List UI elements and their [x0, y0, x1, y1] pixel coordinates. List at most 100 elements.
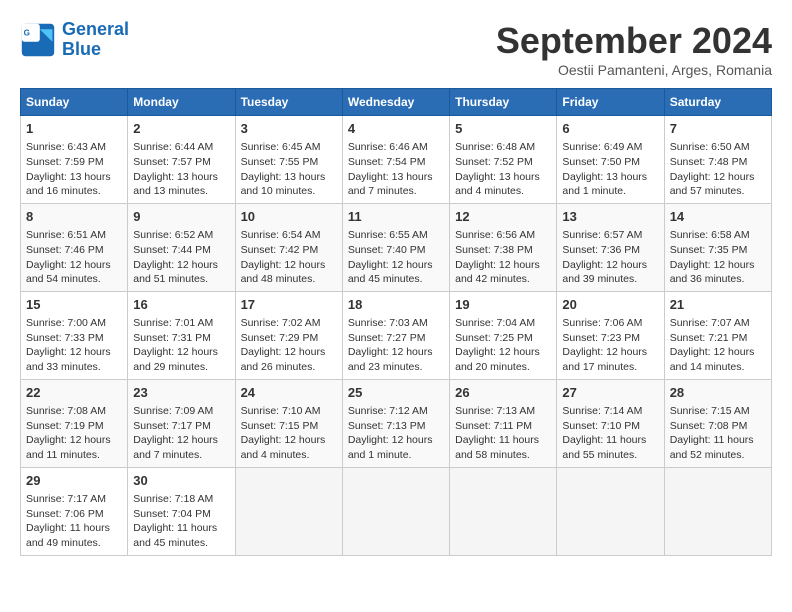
calendar-cell: 7Sunrise: 6:50 AMSunset: 7:48 PMDaylight…	[664, 116, 771, 204]
day-info: Sunset: 7:17 PM	[133, 419, 229, 434]
calendar-week-1: 1Sunrise: 6:43 AMSunset: 7:59 PMDaylight…	[21, 116, 772, 204]
day-info: Sunrise: 6:46 AM	[348, 140, 444, 155]
day-info: Sunset: 7:59 PM	[26, 155, 122, 170]
day-info: and 4 minutes.	[455, 184, 551, 199]
calendar-cell: 26Sunrise: 7:13 AMSunset: 7:11 PMDayligh…	[450, 379, 557, 467]
day-info: Sunset: 7:21 PM	[670, 331, 766, 346]
day-number: 5	[455, 120, 551, 138]
day-number: 25	[348, 384, 444, 402]
day-info: and 20 minutes.	[455, 360, 551, 375]
calendar-cell: 24Sunrise: 7:10 AMSunset: 7:15 PMDayligh…	[235, 379, 342, 467]
calendar-cell: 9Sunrise: 6:52 AMSunset: 7:44 PMDaylight…	[128, 203, 235, 291]
calendar-cell: 22 Sunrise: 7:08 AMSunset: 7:19 PMDayligh…	[21, 379, 128, 467]
logo-line1: General	[62, 19, 129, 39]
day-info: Sunrise: 6:48 AM	[455, 140, 551, 155]
day-info: Sunset: 7:55 PM	[241, 155, 337, 170]
day-number: 18	[348, 296, 444, 314]
day-info: Sunrise: 7:15 AM	[670, 404, 766, 419]
day-info: Sunrise: 6:57 AM	[562, 228, 658, 243]
day-info: Daylight: 12 hours	[670, 345, 766, 360]
day-info: Sunrise: 7:12 AM	[348, 404, 444, 419]
day-info: Sunset: 7:36 PM	[562, 243, 658, 258]
day-number: 27	[562, 384, 658, 402]
day-info: Sunrise: 7:10 AM	[241, 404, 337, 419]
day-info: Daylight: 12 hours	[133, 433, 229, 448]
day-info: Sunset: 7:46 PM	[26, 243, 122, 258]
day-info: Sunrise: 6:58 AM	[670, 228, 766, 243]
day-info: Sunset: 7:52 PM	[455, 155, 551, 170]
calendar-cell: 12Sunrise: 6:56 AMSunset: 7:38 PMDayligh…	[450, 203, 557, 291]
page-header: G General Blue September 2024 Oestii Pam…	[20, 20, 772, 78]
day-info: Daylight: 12 hours	[241, 258, 337, 273]
day-number: 9	[133, 208, 229, 226]
day-info: Sunrise: 7:06 AM	[562, 316, 658, 331]
day-info: Sunset: 7:13 PM	[348, 419, 444, 434]
day-number: 7	[670, 120, 766, 138]
calendar-cell: 21Sunrise: 7:07 AMSunset: 7:21 PMDayligh…	[664, 291, 771, 379]
day-number: 30	[133, 472, 229, 490]
day-info: Sunrise: 6:52 AM	[133, 228, 229, 243]
day-info: Sunset: 7:04 PM	[133, 507, 229, 522]
day-number: 8	[26, 208, 122, 226]
day-info: Daylight: 13 hours	[348, 170, 444, 185]
day-info: Sunrise: 6:55 AM	[348, 228, 444, 243]
day-info: Sunset: 7:31 PM	[133, 331, 229, 346]
day-info: and 26 minutes.	[241, 360, 337, 375]
day-number: 19	[455, 296, 551, 314]
day-info: Daylight: 12 hours	[562, 258, 658, 273]
day-info: Daylight: 11 hours	[455, 433, 551, 448]
day-number: 6	[562, 120, 658, 138]
day-info: and 7 minutes.	[133, 448, 229, 463]
day-info: Sunset: 7:29 PM	[241, 331, 337, 346]
day-info: and 45 minutes.	[348, 272, 444, 287]
day-info: Sunrise: 7:02 AM	[241, 316, 337, 331]
day-info: and 1 minute.	[562, 184, 658, 199]
day-number: 24	[241, 384, 337, 402]
calendar-body: 1Sunrise: 6:43 AMSunset: 7:59 PMDaylight…	[21, 116, 772, 556]
day-header-monday: Monday	[128, 89, 235, 116]
day-info: Sunset: 7:44 PM	[133, 243, 229, 258]
title-block: September 2024 Oestii Pamanteni, Arges, …	[496, 20, 772, 78]
day-info: Sunrise: 6:50 AM	[670, 140, 766, 155]
day-info: and 42 minutes.	[455, 272, 551, 287]
day-info: Sunrise: 7:01 AM	[133, 316, 229, 331]
day-number: 13	[562, 208, 658, 226]
day-info: Daylight: 13 hours	[562, 170, 658, 185]
calendar-cell: 30Sunrise: 7:18 AMSunset: 7:04 PMDayligh…	[128, 467, 235, 555]
day-info: and 45 minutes.	[133, 536, 229, 551]
day-info: Sunrise: 7:08 AM	[26, 404, 122, 419]
day-info: Sunset: 7:19 PM	[26, 419, 122, 434]
day-info: Daylight: 12 hours	[348, 345, 444, 360]
month-title: September 2024	[496, 20, 772, 62]
day-number: 15	[26, 296, 122, 314]
day-info: Sunset: 7:42 PM	[241, 243, 337, 258]
calendar-cell: 29Sunrise: 7:17 AMSunset: 7:06 PMDayligh…	[21, 467, 128, 555]
day-number: 22	[26, 384, 122, 402]
day-info: Sunset: 7:48 PM	[670, 155, 766, 170]
day-info: Sunrise: 6:44 AM	[133, 140, 229, 155]
logo: G General Blue	[20, 20, 129, 60]
day-info: Sunrise: 7:18 AM	[133, 492, 229, 507]
day-info: Daylight: 13 hours	[455, 170, 551, 185]
day-number: 28	[670, 384, 766, 402]
day-info: Sunrise: 6:49 AM	[562, 140, 658, 155]
day-info: and 17 minutes.	[562, 360, 658, 375]
day-info: Daylight: 12 hours	[26, 433, 122, 448]
day-info: Sunrise: 6:56 AM	[455, 228, 551, 243]
day-info: Daylight: 13 hours	[26, 170, 122, 185]
calendar-cell: 10Sunrise: 6:54 AMSunset: 7:42 PMDayligh…	[235, 203, 342, 291]
day-info: and 51 minutes.	[133, 272, 229, 287]
calendar-cell: 15Sunrise: 7:00 AMSunset: 7:33 PMDayligh…	[21, 291, 128, 379]
calendar-cell: 3Sunrise: 6:45 AMSunset: 7:55 PMDaylight…	[235, 116, 342, 204]
day-number: 4	[348, 120, 444, 138]
day-header-sunday: Sunday	[21, 89, 128, 116]
calendar-cell: 13 Sunrise: 6:57 AMSunset: 7:36 PMDayligh…	[557, 203, 664, 291]
day-info: and 13 minutes.	[133, 184, 229, 199]
day-info: Daylight: 12 hours	[455, 345, 551, 360]
calendar-cell: 2Sunrise: 6:44 AMSunset: 7:57 PMDaylight…	[128, 116, 235, 204]
calendar-cell: 19Sunrise: 7:04 AMSunset: 7:25 PMDayligh…	[450, 291, 557, 379]
calendar-cell: 17Sunrise: 7:02 AMSunset: 7:29 PMDayligh…	[235, 291, 342, 379]
day-info: Sunset: 7:10 PM	[562, 419, 658, 434]
day-info: Sunset: 7:06 PM	[26, 507, 122, 522]
calendar-week-5: 29Sunrise: 7:17 AMSunset: 7:06 PMDayligh…	[21, 467, 772, 555]
